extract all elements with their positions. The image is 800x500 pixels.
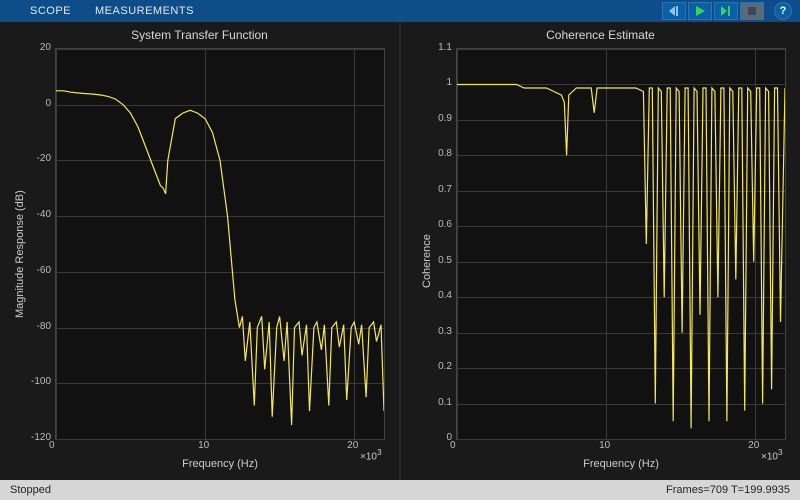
xtick-label: 20 (748, 440, 759, 451)
ytick-label: -120 (31, 432, 51, 443)
data-curve (457, 49, 785, 439)
ytick-label: 0 (45, 98, 51, 109)
ytick-label: 0.9 (438, 113, 452, 124)
gridline-h (457, 439, 785, 440)
tab-scope[interactable]: SCOPE (30, 5, 71, 17)
ytick-label: 0.5 (438, 255, 452, 266)
xtick-label: 0 (450, 440, 456, 451)
xtick-label: 0 (49, 440, 55, 451)
toolbar-controls: ? (662, 0, 800, 22)
ytick-label: -80 (37, 321, 51, 332)
ylabel-left: Magnitude Response (dB) (14, 158, 26, 318)
data-curve (56, 49, 384, 439)
ytick-label: 0.8 (438, 148, 452, 159)
step-forward-icon (719, 5, 733, 17)
ytick-label: 1 (446, 77, 452, 88)
chart-pane-left: System Transfer Function Magnitude Respo… (0, 22, 399, 480)
gridline-h (56, 439, 384, 440)
xtick-label: 10 (198, 440, 209, 451)
play-icon (694, 5, 706, 17)
ytick-label: 0.4 (438, 290, 452, 301)
toolbar: SCOPE MEASUREMENTS ? (0, 0, 800, 22)
tab-measurements[interactable]: MEASUREMENTS (95, 5, 194, 17)
step-forward-button[interactable] (714, 2, 738, 20)
xtick-label: 10 (599, 440, 610, 451)
help-button[interactable]: ? (774, 2, 792, 20)
ytick-label: -100 (31, 376, 51, 387)
toolbar-tabs: SCOPE MEASUREMENTS (0, 5, 662, 17)
plot-area-left[interactable] (55, 48, 385, 440)
charts-container: System Transfer Function Magnitude Respo… (0, 22, 800, 480)
step-back-icon (667, 5, 681, 17)
xexp-right: ×103 (761, 447, 783, 462)
xlabel-left: Frequency (Hz) (55, 458, 385, 470)
ytick-label: 0.3 (438, 326, 452, 337)
ytick-label: 1.1 (438, 42, 452, 53)
chart-title-right: Coherence Estimate (401, 28, 800, 42)
ytick-label: 0.1 (438, 397, 452, 408)
plot-area-right[interactable] (456, 48, 786, 440)
status-info: Frames=709 T=199.9935 (666, 484, 790, 496)
ytick-label: -60 (37, 265, 51, 276)
xtick-label: 20 (347, 440, 358, 451)
stop-button[interactable] (740, 2, 764, 20)
status-state: Stopped (10, 484, 51, 496)
play-button[interactable] (688, 2, 712, 20)
ytick-label: 20 (40, 42, 51, 53)
ytick-label: -20 (37, 153, 51, 164)
chart-title-left: System Transfer Function (0, 28, 399, 42)
ylabel-right: Coherence (421, 188, 433, 288)
stop-icon (747, 6, 757, 16)
chart-pane-right: Coherence Estimate Coherence Frequency (… (401, 22, 800, 480)
status-bar: Stopped Frames=709 T=199.9935 (0, 480, 800, 500)
ytick-label: 0.2 (438, 361, 452, 372)
ytick-label: 0.6 (438, 219, 452, 230)
ytick-label: 0.7 (438, 184, 452, 195)
step-back-button[interactable] (662, 2, 686, 20)
xexp-left: ×103 (360, 447, 382, 462)
ytick-label: -40 (37, 209, 51, 220)
xlabel-right: Frequency (Hz) (456, 458, 786, 470)
